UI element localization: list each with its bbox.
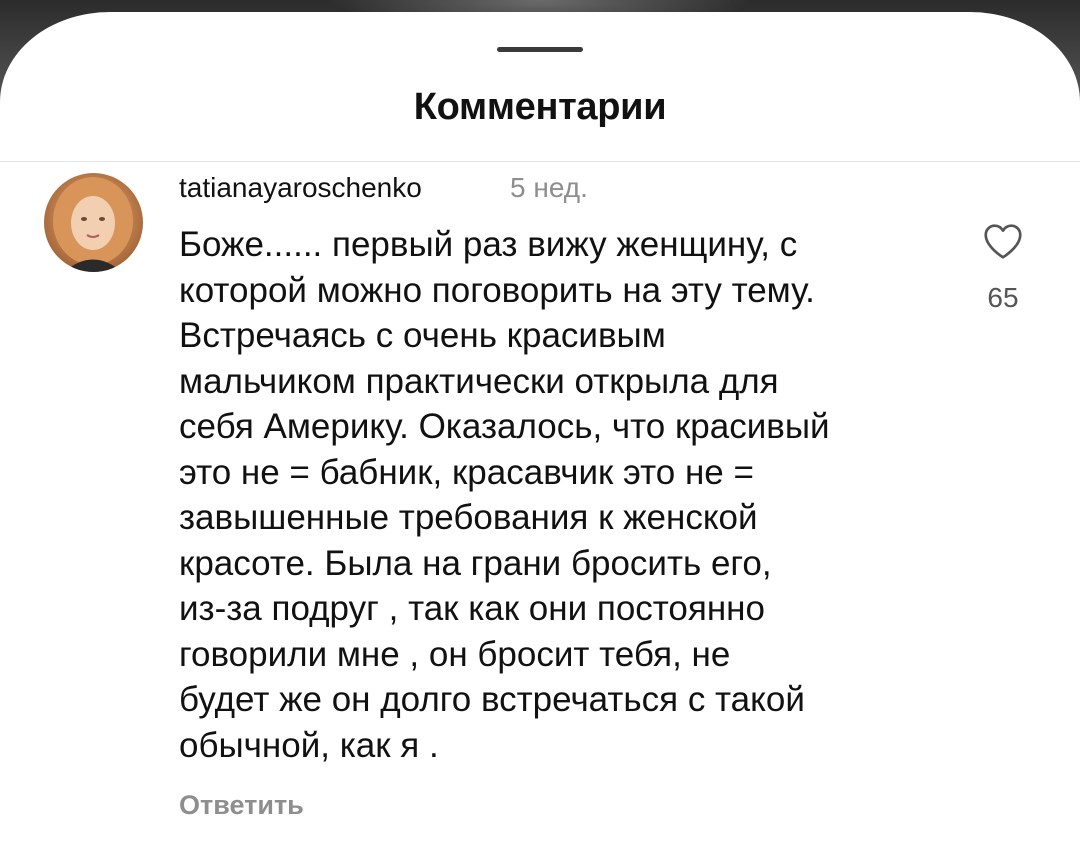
like-count: 65 [987,282,1019,313]
comment-timestamp: 5 нед. [510,172,588,203]
heart-outline-icon[interactable] [980,218,1026,264]
reply-button[interactable]: Ответить [179,790,304,821]
comment-text: Боже...... первый раз вижу женщину, с ко… [179,225,830,765]
sheet-title: Комментарии [413,86,667,128]
divider [0,161,1080,162]
drag-handle[interactable] [497,47,583,52]
user-avatar-icon[interactable] [44,173,143,272]
comment-username[interactable]: tatianayaroschenko [179,172,422,204]
